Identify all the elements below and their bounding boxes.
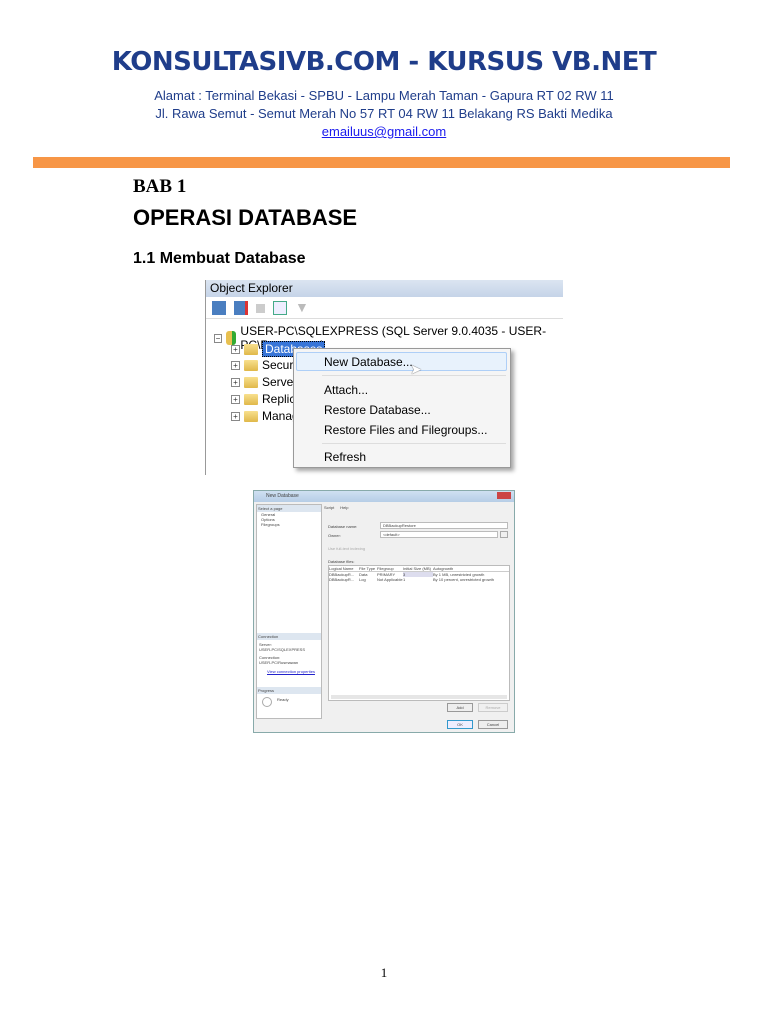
expand-icon: + <box>231 344 240 354</box>
menu-separator <box>322 443 506 444</box>
tree-node-replication[interactable]: + Replica <box>231 392 302 406</box>
expand-icon: + <box>231 360 240 370</box>
stop-icon <box>256 304 265 313</box>
site-title: KONSULTASIVB.COM - KURSUS VB.NET <box>111 47 657 77</box>
expand-icon: + <box>231 411 240 421</box>
browse-owner-button[interactable] <box>500 531 508 538</box>
database-files-grid[interactable]: Logical Name File Type Filegroup Initial Si… <box>328 565 510 701</box>
page-number: 1 <box>380 965 388 980</box>
close-icon[interactable] <box>497 492 511 499</box>
horizontal-scrollbar[interactable] <box>331 695 507 699</box>
orange-divider <box>33 157 730 168</box>
folder-icon <box>244 393 258 405</box>
remove-button[interactable]: Remove <box>478 703 508 712</box>
database-name-input[interactable]: DBBackupRestore <box>380 522 508 529</box>
menu-new-database[interactable]: New Database... <box>324 355 413 369</box>
menu-restore-database[interactable]: Restore Database... <box>324 403 431 417</box>
menu-separator <box>322 375 506 376</box>
context-menu: New Database... ➤ Attach... Restore Data… <box>293 348 511 468</box>
view-connection-properties-link[interactable]: View connection properties <box>267 669 315 674</box>
script-button[interactable]: Script <box>324 505 334 510</box>
cancel-button[interactable]: Cancel <box>478 720 508 729</box>
folder-icon <box>244 376 258 388</box>
dialog-toolbar: Script Help <box>324 505 348 510</box>
filter-icon: ▼ <box>295 299 309 315</box>
dialog-titlebar: New Database <box>254 491 514 502</box>
folder-icon <box>244 410 258 422</box>
owner-input[interactable]: <default> <box>380 531 498 538</box>
collapse-icon: − <box>214 333 222 343</box>
address-line-2: Jl. Rawa Semut - Semut Merah No 57 RT 04… <box>155 106 613 121</box>
object-explorer-title: Object Explorer <box>206 280 563 297</box>
ok-button[interactable]: OK <box>447 720 473 729</box>
chapter-title: OPERASI DATABASE <box>133 205 358 230</box>
folder-icon <box>244 343 258 355</box>
help-button[interactable]: Help <box>340 505 348 510</box>
menu-attach[interactable]: Attach... <box>324 383 368 397</box>
menu-refresh[interactable]: Refresh <box>324 450 366 464</box>
fulltext-checkbox[interactable]: Use full-text indexing <box>328 546 365 551</box>
address-line-1: Alamat : Terminal Bekasi - SPBU - Lampu … <box>154 88 614 103</box>
folder-icon <box>244 359 258 371</box>
object-explorer-toolbar: ▼ <box>206 297 563 319</box>
page-filegroups[interactable]: Filegroups <box>257 522 321 527</box>
connect-icon <box>212 301 226 315</box>
table-row[interactable]: DBBackupR... Log Not Applicable 1 By 10 perc… <box>329 577 509 582</box>
tree-node-management[interactable]: + Manag <box>231 409 299 423</box>
expand-icon: + <box>231 394 240 404</box>
disconnect-icon <box>234 301 248 315</box>
menu-restore-files[interactable]: Restore Files and Filegroups... <box>324 423 487 437</box>
progress-icon <box>262 697 272 707</box>
section-heading: 1.1 Membuat Database <box>133 250 306 267</box>
chapter-label: BAB 1 <box>133 176 187 197</box>
tree-node-security[interactable]: + Securit <box>231 358 299 372</box>
expand-icon: + <box>231 377 240 387</box>
email-line: emailuus@gmail.com <box>0 124 768 139</box>
email-link[interactable]: emailuus@gmail.com <box>322 124 446 139</box>
tree-node-server-objects[interactable]: + Server <box>231 375 297 389</box>
new-database-dialog-screenshot: New Database Select a page General Optio… <box>253 490 515 733</box>
add-button[interactable]: Add <box>447 703 473 712</box>
page-list-pane: Select a page General Options Filegroups… <box>256 504 322 719</box>
refresh-icon <box>273 301 287 315</box>
